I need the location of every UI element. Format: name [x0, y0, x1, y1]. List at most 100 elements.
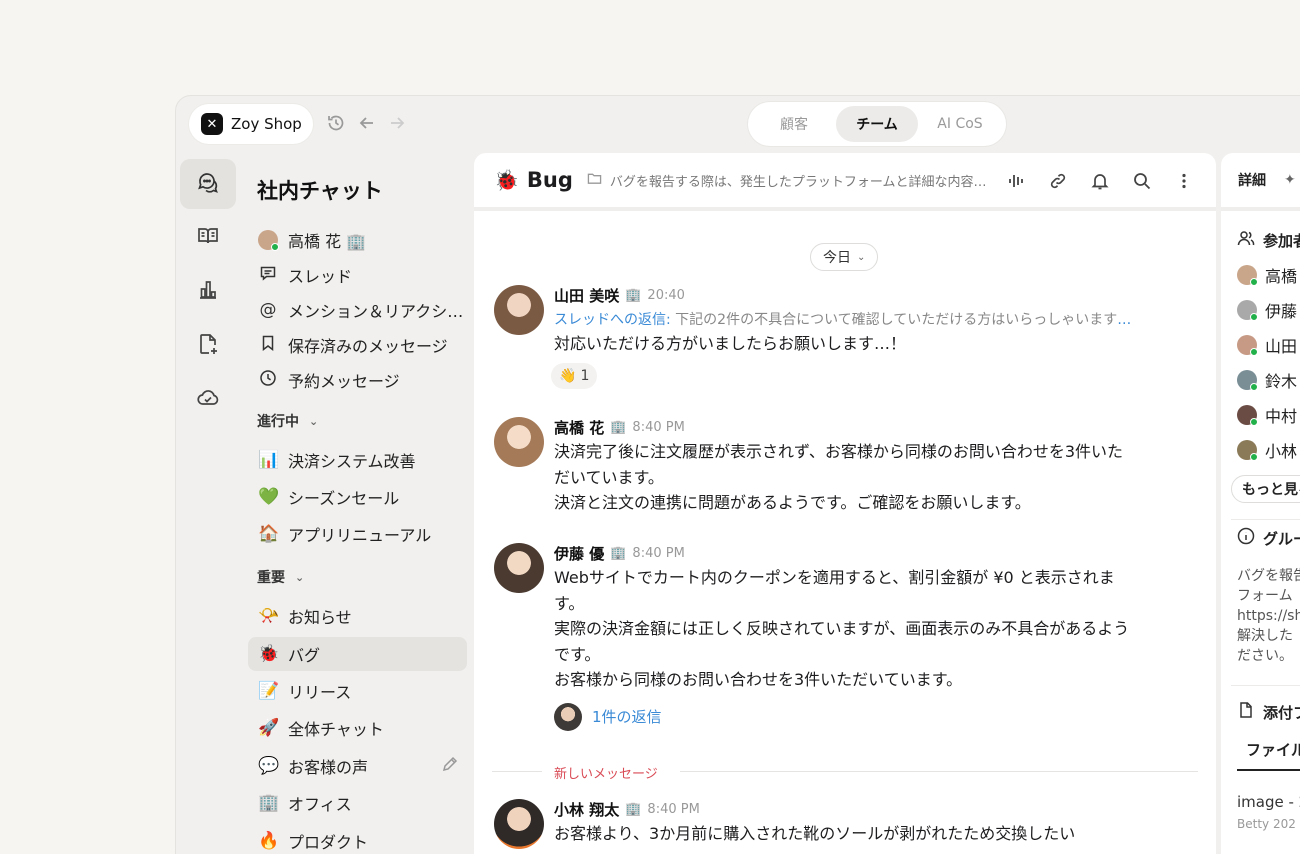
sidebar-item-channel[interactable]: 💬 お客様の声 [248, 749, 467, 783]
timestamp: 20:40 [647, 287, 685, 303]
participants-heading: 参加者 [1237, 229, 1300, 251]
sidebar-item-mentions[interactable]: @ メンション＆リアクション [248, 293, 468, 327]
avatar[interactable] [494, 417, 544, 467]
sidebar-item-channel[interactable]: 📊 決済システム改善 [248, 443, 467, 477]
tab-team[interactable]: チーム [836, 106, 918, 142]
bug-emoji-icon: 🐞 [258, 644, 280, 664]
forward-arrow-icon[interactable] [387, 113, 407, 133]
chevron-down-icon: ⌄ [857, 251, 866, 263]
people-icon [1237, 229, 1255, 251]
group-heading: グループ [1237, 527, 1300, 549]
member-row[interactable]: 山田 [1237, 333, 1297, 357]
at-icon: @ [259, 300, 277, 320]
member-row[interactable]: 小林 [1237, 438, 1297, 462]
house-emoji-icon: 🏠 [258, 524, 280, 544]
sidebar-item-channel[interactable]: 🏢 オフィス [248, 786, 467, 820]
avatar[interactable] [494, 799, 544, 849]
thread-icon [258, 264, 278, 287]
app-window: ✕ Zoy Shop 顧客 チーム AI CoS 社内チャット 高橋 花 🏢 ス… [175, 95, 1300, 854]
avatar[interactable] [494, 285, 544, 335]
thread-replies-link[interactable]: 1件の返信 [554, 702, 1134, 731]
channel-description: バグを報告する際は、発生したプラットフォームと詳細な内容を記載してください。 [609, 174, 990, 190]
link-icon[interactable] [1047, 171, 1069, 193]
message-text: 決済と注文の連携に問題があるようです。ご確認をお願いします。 [554, 493, 1031, 512]
sidebar-title: 社内チャット [257, 179, 383, 203]
workspace-switcher[interactable]: ✕ Zoy Shop [189, 104, 313, 144]
member-row[interactable]: 高橋 [1237, 263, 1297, 287]
clock-icon [258, 369, 278, 392]
office-badge-icon: 🏢 [610, 545, 627, 561]
office-badge-icon: 🏢 [610, 419, 627, 435]
search-icon[interactable] [1131, 171, 1153, 193]
channel-sidebar: 社内チャット 高橋 花 🏢 スレッド @ メンション＆リアクション 保存済みのメ… [242, 153, 470, 854]
tab-ai-cos[interactable]: AI CoS [918, 106, 1002, 142]
timestamp: 8:40 PM [647, 801, 700, 817]
sidebar-item-channel[interactable]: 🔥 プロダクト [248, 824, 467, 854]
sender-name[interactable]: 伊藤 優 [554, 543, 604, 564]
file-meta: Betty 202 [1237, 817, 1296, 831]
more-vertical-icon[interactable] [1173, 171, 1195, 193]
office-badge-icon: 🏢 [625, 801, 642, 817]
show-more-button[interactable]: もっと見る [1231, 475, 1300, 503]
speech-emoji-icon: 💬 [258, 756, 280, 776]
details-header: 詳細 ✦ [1221, 153, 1300, 211]
wave-emoji-icon: 👋 [559, 367, 577, 384]
sparkle-icon[interactable]: ✦ [1284, 172, 1296, 188]
avatar[interactable] [494, 543, 544, 593]
new-messages-divider: 新しいメッセージ [492, 767, 1198, 782]
date-chip[interactable]: 今日 ⌄ [810, 243, 879, 271]
horn-emoji-icon: 📯 [258, 606, 280, 626]
sidebar-item-channel[interactable]: 📝 リリース [248, 674, 467, 708]
sidebar-item-channel[interactable]: 💚 シーズンセール [248, 480, 467, 514]
thread-reference[interactable]: スレッドへの返信: 下記の2件の不具合について確認していただける方はいらっしゃい… [554, 309, 1134, 329]
book-icon [196, 224, 220, 252]
reaction-count: 1 [580, 367, 590, 384]
rail-knowledge-button[interactable] [180, 213, 236, 263]
audio-wave-icon[interactable] [1005, 171, 1027, 193]
rail-chat-button[interactable] [180, 159, 236, 209]
sidebar-item-channel[interactable]: 🏠 アプリリニューアル [248, 517, 467, 551]
chevron-down-icon: ⌄ [309, 414, 319, 428]
member-row[interactable]: 伊藤 [1237, 298, 1297, 322]
member-row[interactable]: 鈴木 [1237, 368, 1297, 392]
tab-files[interactable]: ファイル [1237, 739, 1300, 771]
sidebar-item-channel[interactable]: 🚀 全体チャット [248, 711, 467, 745]
message-text: 決済完了後に注文履歴が表示されず、お客様から同様のお問い合わせを3件いただいてい… [554, 442, 1124, 487]
sidebar-item-scheduled[interactable]: 予約メッセージ [248, 363, 467, 397]
chat-icon [196, 170, 220, 198]
section-important[interactable]: 重要 ⌄ [257, 567, 304, 587]
rail-files-button[interactable] [180, 321, 236, 371]
sidebar-item-bug[interactable]: 🐞 バグ [248, 637, 467, 671]
folder-icon [587, 171, 602, 190]
fire-emoji-icon: 🔥 [258, 831, 280, 851]
reaction-chip[interactable]: 👋 1 [551, 362, 598, 389]
back-arrow-icon[interactable] [357, 113, 377, 133]
attachments-heading: 添付ファイル [1237, 701, 1300, 723]
channel-name: Bug [526, 168, 573, 192]
history-icon[interactable] [326, 113, 346, 133]
member-row[interactable]: 中村 [1237, 403, 1297, 427]
workspace-name: Zoy Shop [231, 115, 302, 133]
sender-name[interactable]: 山田 美咲 [554, 285, 619, 306]
sidebar-item-saved[interactable]: 保存済みのメッセージ [248, 328, 467, 362]
sender-name[interactable]: 高橋 花 [554, 417, 604, 438]
pencil-icon[interactable] [441, 755, 459, 777]
sidebar-item-dm[interactable]: 高橋 花 🏢 [248, 223, 467, 257]
message-text: 対応いただける方がいましたらお願いします…！ [554, 334, 907, 353]
timestamp: 8:40 PM [632, 545, 685, 561]
rail-sync-button[interactable] [180, 375, 236, 425]
message-text: お客様より、3か月前に購入された靴のソールが剥がれたため交換したい [554, 824, 1076, 843]
sender-name[interactable]: 小林 翔太 [554, 799, 619, 820]
message-text: Webサイトでカート内のクーポンを適用すると、割引金額が ¥0 と表示されます。 [554, 568, 1115, 613]
sidebar-item-threads[interactable]: スレッド [248, 258, 467, 292]
section-in-progress[interactable]: 進行中 ⌄ [257, 411, 318, 431]
sidebar-item-channel[interactable]: 📯 お知らせ [248, 599, 467, 633]
tab-customers[interactable]: 顧客 [752, 106, 836, 142]
details-panel: 詳細 ✦ 参加者 高橋 伊藤 山田 鈴木 中村 小林 [1221, 153, 1300, 854]
message-text: お客様から同様のお問い合わせを3件いただいています。 [554, 670, 963, 689]
bell-icon[interactable] [1089, 171, 1111, 193]
bug-emoji-icon: 🐞 [494, 168, 519, 192]
rail-analytics-button[interactable] [180, 267, 236, 317]
file-name[interactable]: image - 2 [1237, 793, 1300, 811]
timestamp: 8:40 PM [632, 419, 685, 435]
